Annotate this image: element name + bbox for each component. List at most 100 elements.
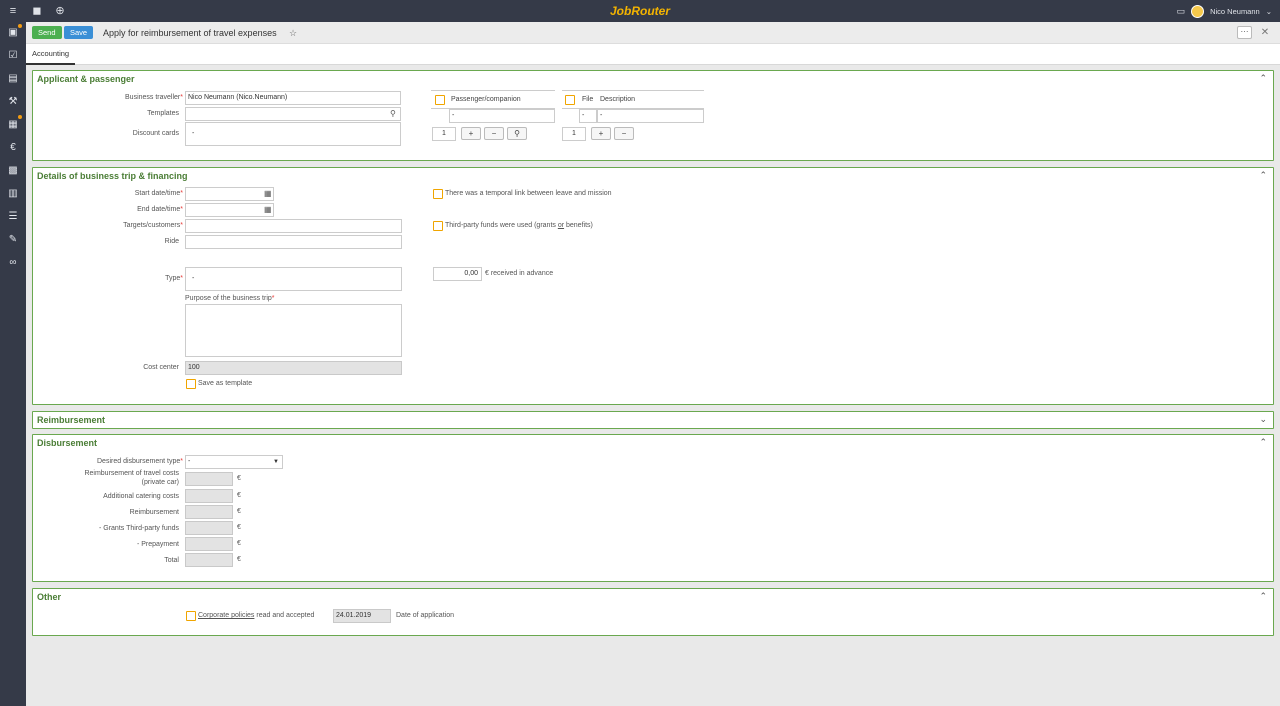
chevron-up-icon[interactable]: ⌃ (1259, 591, 1267, 602)
bookmark-icon[interactable]: ◼ (30, 4, 44, 18)
brand-logo: JobRouter (610, 4, 670, 18)
advance-amount-field[interactable]: 0,00 (433, 267, 482, 281)
prepayment-field (185, 537, 233, 551)
add-icon[interactable]: ⊕ (53, 4, 67, 18)
file-column-header: File (582, 96, 594, 103)
temporal-link-checkbox[interactable] (433, 189, 443, 199)
ride-field[interactable] (185, 235, 402, 249)
policies-link[interactable]: Corporate policies (198, 612, 254, 619)
panel-title: Details of business trip & financing (37, 171, 188, 181)
panel-other: Other ⌃ Corporate policies read and acce… (32, 588, 1274, 636)
discount-cards-label: Discount cards (132, 130, 179, 137)
contacts-icon[interactable]: ▩ (5, 163, 21, 179)
panel-trip-details: Details of business trip & financing ⌃ S… (32, 167, 1274, 405)
save-template-checkbox[interactable] (186, 379, 196, 389)
add-passenger-button[interactable]: + (461, 127, 481, 140)
currency-label: € (237, 556, 241, 563)
currency-label: € (237, 508, 241, 515)
avatar[interactable] (1191, 4, 1205, 18)
tab-bar: Accounting (26, 44, 1280, 65)
chevron-up-icon[interactable]: ⌃ (1259, 170, 1267, 181)
checklist-icon[interactable]: ☑ (5, 48, 21, 64)
business-traveller-field[interactable]: Nico Neumann (Nico.Neumann) (185, 91, 401, 105)
remove-file-button[interactable]: − (614, 127, 634, 140)
end-date-field[interactable] (185, 203, 274, 217)
application-date-label: Date of application (396, 612, 454, 619)
end-date-label: End date/time* (137, 206, 183, 213)
private-car-label: Reimbursement of travel costs (private ca… (84, 470, 179, 486)
close-icon[interactable]: ✕ (1259, 26, 1271, 39)
user-menu[interactable]: ▭ Nico Neumann ⌄ (1177, 3, 1272, 19)
dropdown-arrow-icon: ▼ (273, 459, 279, 465)
sidebar: ▣ ☑ ▤ ⚒ ▦ € ▩ ▥ ☰ ✎ ∞ (0, 22, 26, 706)
passenger-row-count[interactable]: 1 (432, 127, 456, 141)
purpose-textarea[interactable] (185, 304, 402, 357)
passenger-select-all-checkbox[interactable] (435, 95, 445, 105)
star-icon[interactable]: ☆ (289, 22, 297, 44)
panel-reimbursement[interactable]: Reimbursement ⌄ (32, 411, 1274, 429)
file-cell[interactable]: - (579, 109, 597, 123)
discount-cards-field[interactable]: - (185, 122, 401, 146)
catering-field (185, 489, 233, 503)
euro-icon[interactable]: € (5, 140, 21, 156)
more-options-button[interactable]: ··· (1237, 26, 1252, 39)
menu-icon[interactable]: ≡ (6, 4, 20, 18)
page-title: Apply for reimbursement of travel expens… (103, 28, 277, 38)
currency-label: € (237, 492, 241, 499)
hammer-icon[interactable]: ⚒ (5, 94, 21, 110)
ride-label: Ride (164, 238, 179, 245)
save-button[interactable]: Save (64, 26, 94, 39)
chevron-down-icon[interactable]: ⌄ (1266, 7, 1272, 16)
grants-field (185, 521, 233, 535)
table-border (431, 90, 555, 91)
file-row-count[interactable]: 1 (562, 127, 586, 141)
files-icon[interactable]: ▥ (5, 186, 21, 202)
policies-checkbox[interactable] (186, 611, 196, 621)
search-icon[interactable]: ⚲ (390, 108, 396, 120)
third-party-checkbox[interactable] (433, 221, 443, 231)
private-car-field (185, 472, 233, 486)
top-bar: ≡ ◼ ⊕ JobRouter ▭ Nico Neumann ⌄ (0, 0, 1280, 22)
total-label: Total (164, 557, 179, 564)
description-cell[interactable]: - (597, 109, 704, 123)
remove-passenger-button[interactable]: − (484, 127, 504, 140)
business-traveller-label: Business traveller* (125, 94, 183, 101)
grants-label: - Grants Third-party funds (98, 525, 179, 532)
clipboard-icon[interactable]: ▭ (1177, 6, 1186, 17)
templates-label: Templates (147, 110, 179, 117)
panel-title: Other (37, 592, 62, 602)
disbursement-type-select[interactable]: - ▼ (185, 455, 283, 469)
send-button[interactable]: Send (32, 26, 62, 39)
start-date-label: Start date/time* (134, 190, 183, 197)
calendar-icon[interactable]: ▦ (264, 188, 272, 200)
cost-center-label: Cost center (143, 364, 179, 371)
description-column-header: Description (600, 96, 636, 103)
tab-accounting[interactable]: Accounting (26, 44, 76, 65)
calendar-icon[interactable]: ▦ (264, 204, 272, 216)
third-party-label: Third-party funds were used (grants or b… (445, 222, 593, 229)
passenger-column-header: Passenger/companion (451, 96, 521, 103)
wrench-icon[interactable]: ✎ (5, 232, 21, 248)
type-field[interactable]: - (185, 267, 402, 291)
targets-field[interactable] (185, 219, 402, 233)
panel-disbursement: Disbursement ⌃ Desired disbursement type… (32, 434, 1274, 582)
add-file-button[interactable]: + (591, 127, 611, 140)
file-select-all-checkbox[interactable] (565, 95, 575, 105)
passenger-cell[interactable]: - (449, 109, 555, 123)
cost-center-field: 100 (185, 361, 402, 375)
panel-title: Reimbursement (37, 415, 106, 425)
user-name[interactable]: Nico Neumann (1210, 7, 1260, 16)
link-icon[interactable]: ∞ (5, 255, 21, 271)
chevron-down-icon[interactable]: ⌄ (1259, 414, 1267, 425)
templates-field[interactable] (185, 107, 401, 121)
ticket-icon[interactable]: ▦ (5, 117, 21, 133)
document-icon[interactable]: ▤ (5, 71, 21, 87)
list-icon[interactable]: ☰ (5, 209, 21, 225)
chevron-up-icon[interactable]: ⌃ (1259, 73, 1267, 84)
start-date-field[interactable] (185, 187, 274, 201)
total-field (185, 553, 233, 567)
chevron-up-icon[interactable]: ⌃ (1259, 437, 1267, 448)
search-passenger-button[interactable]: ⚲ (507, 127, 527, 140)
application-date-field: 24.01.2019 (333, 609, 391, 623)
currency-label: € (237, 524, 241, 531)
